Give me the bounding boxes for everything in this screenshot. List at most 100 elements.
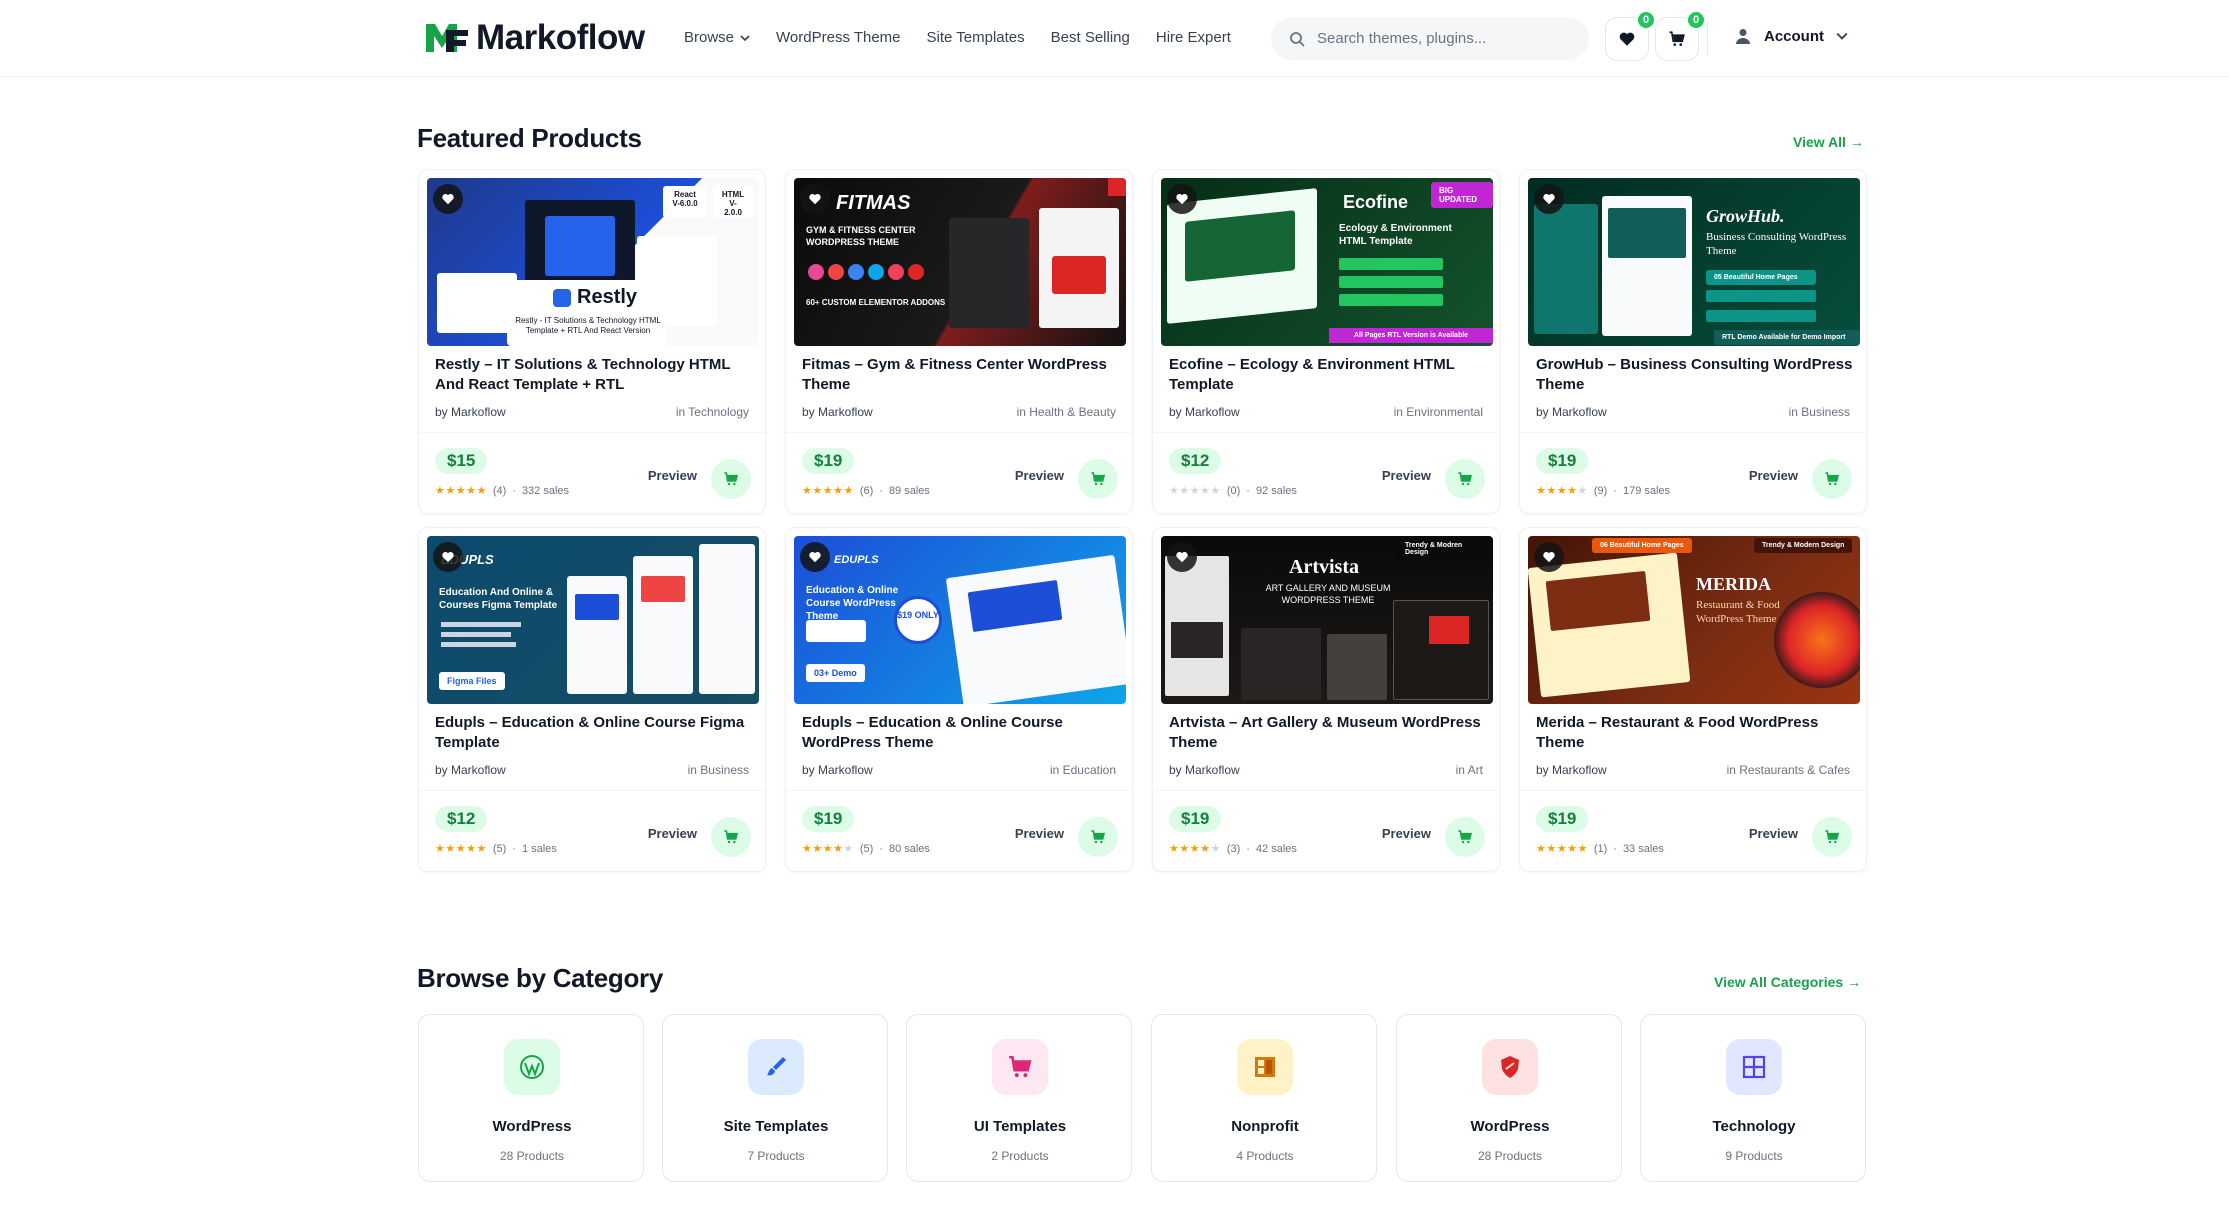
product-title[interactable]: Artvista – Art Gallery & Museum WordPres… — [1169, 713, 1489, 753]
add-to-cart-button[interactable] — [1812, 817, 1852, 857]
main-nav: Browse WordPress Theme Site Templates Be… — [684, 27, 1231, 49]
view-all-products-link[interactable]: View All → — [1793, 134, 1864, 150]
markoflow-logo-icon — [426, 24, 468, 52]
product-card[interactable]: Ecofine Ecology & Environment HTML Templ… — [1152, 169, 1501, 514]
product-title[interactable]: Fitmas – Gym & Fitness Center WordPress … — [802, 355, 1122, 395]
category-icon-tile — [992, 1039, 1048, 1095]
preview-link[interactable]: Preview — [1382, 468, 1431, 483]
product-thumbnail[interactable]: 06 Beautiful Home Pages Trendy & Modern … — [1528, 536, 1860, 704]
card-divider — [786, 432, 1134, 433]
wishlist-toggle[interactable] — [800, 184, 830, 214]
thumb-headline: GrowHub. — [1706, 206, 1785, 226]
product-card[interactable]: 06 Beautiful Home Pages Trendy & Modern … — [1519, 527, 1868, 872]
category-card-wordpress-2[interactable]: WordPress 28 Products — [1396, 1014, 1622, 1182]
product-thumbnail[interactable]: EDUPLS Education And Online & Courses Fi… — [427, 536, 759, 704]
product-card[interactable]: EDUPLS Education & Online Course WordPre… — [785, 527, 1134, 872]
product-card[interactable]: Artvista ART GALLERY AND MUSEUM WORDPRES… — [1152, 527, 1501, 872]
review-count: (3) — [1226, 842, 1241, 855]
cart-icon — [1669, 31, 1685, 46]
product-thumbnail[interactable]: EDUPLS Education & Online Course WordPre… — [794, 536, 1126, 704]
thumb-tagline: GYM & FITNESS CENTER WORDPRESS THEME — [806, 225, 916, 247]
add-to-cart-button[interactable] — [1445, 817, 1485, 857]
product-category: in Art — [1455, 763, 1483, 777]
product-thumbnail[interactable]: GrowHub. Business Consulting WordPress T… — [1528, 178, 1860, 346]
add-to-cart-button[interactable] — [711, 459, 751, 499]
product-meta: ★★★★★ (1) · 33 sales — [1536, 842, 1664, 856]
product-category: in Health & Beauty — [1016, 405, 1116, 419]
nav-hire-expert[interactable]: Hire Expert — [1156, 27, 1231, 49]
add-to-cart-button[interactable] — [711, 817, 751, 857]
product-thumbnail[interactable]: Ecofine Ecology & Environment HTML Templ… — [1161, 178, 1493, 346]
product-title[interactable]: Edupls – Education & Online Course WordP… — [802, 713, 1122, 753]
preview-link[interactable]: Preview — [648, 468, 697, 483]
product-card[interactable]: FITMAS GYM & FITNESS CENTER WORDPRESS TH… — [785, 169, 1134, 514]
preview-link[interactable]: Preview — [1015, 826, 1064, 841]
sales-count: 1 sales — [521, 842, 557, 855]
preview-link[interactable]: Preview — [1382, 826, 1431, 841]
category-card-technology[interactable]: Technology 9 Products — [1640, 1014, 1866, 1182]
preview-link[interactable]: Preview — [1015, 468, 1064, 483]
preview-link[interactable]: Preview — [1749, 468, 1798, 483]
product-meta: ★★★★★ (5) · 1 sales — [435, 842, 557, 856]
product-thumbnail[interactable]: Artvista ART GALLERY AND MUSEUM WORDPRES… — [1161, 536, 1493, 704]
wishlist-toggle[interactable] — [800, 542, 830, 572]
wishlist-toggle[interactable] — [433, 184, 463, 214]
preview-link[interactable]: Preview — [648, 826, 697, 841]
category-name: WordPress — [492, 1118, 572, 1135]
category-name: Nonprofit — [1231, 1118, 1299, 1135]
category-card-ui-templates[interactable]: UI Templates 2 Products — [906, 1014, 1132, 1182]
thumb-tagline: Business Consulting WordPress Theme — [1706, 231, 1847, 257]
category-card-site-templates[interactable]: Site Templates 7 Products — [662, 1014, 888, 1182]
nav-browse[interactable]: Browse — [684, 27, 750, 49]
nav-site-templates[interactable]: Site Templates — [927, 27, 1025, 49]
category-card-nonprofit[interactable]: Nonprofit 4 Products — [1151, 1014, 1377, 1182]
nav-wordpress-theme[interactable]: WordPress Theme — [776, 27, 901, 49]
product-title[interactable]: GrowHub – Business Consulting WordPress … — [1536, 355, 1856, 395]
product-author: by Markoflow — [1169, 763, 1240, 777]
account-menu[interactable]: Account — [1734, 27, 1848, 45]
shield-icon — [1501, 1056, 1519, 1078]
layout-icon — [1742, 1055, 1766, 1079]
featured-products-title: Featured Products — [417, 123, 642, 153]
star-rating: ★★★★★ — [1536, 843, 1588, 855]
search-icon — [1290, 31, 1305, 47]
review-count: (0) — [1226, 484, 1241, 497]
product-thumbnail[interactable]: FITMAS GYM & FITNESS CENTER WORDPRESS TH… — [794, 178, 1126, 346]
add-to-cart-button[interactable] — [1812, 459, 1852, 499]
category-card-wordpress[interactable]: WordPress 28 Products — [418, 1014, 644, 1182]
card-divider — [1520, 790, 1868, 791]
brand-logo[interactable]: Markoflow — [424, 18, 645, 58]
product-title[interactable]: Edupls – Education & Online Course Figma… — [435, 713, 755, 753]
wishlist-toggle[interactable] — [1534, 542, 1564, 572]
product-category: in Environmental — [1393, 405, 1483, 419]
category-icon-tile — [1482, 1039, 1538, 1095]
brand-name: Markoflow — [476, 18, 645, 57]
wishlist-button[interactable]: 0 — [1605, 10, 1656, 61]
add-to-cart-button[interactable] — [1078, 459, 1118, 499]
product-card[interactable]: EDUPLS Education And Online & Courses Fi… — [418, 527, 767, 872]
product-thumbnail[interactable]: React V-6.0.0 HTML V-2.0.0 Restly Restly… — [427, 178, 759, 346]
product-card[interactable]: React V-6.0.0 HTML V-2.0.0 Restly Restly… — [418, 169, 767, 514]
preview-link[interactable]: Preview — [1749, 826, 1798, 841]
add-to-cart-button[interactable] — [1078, 817, 1118, 857]
view-all-categories-link[interactable]: View All Categories → — [1714, 974, 1861, 990]
add-to-cart-button[interactable] — [1445, 459, 1485, 499]
product-category: in Restaurants & Cafes — [1726, 763, 1850, 777]
product-price: $19 — [802, 806, 855, 832]
wishlist-toggle[interactable] — [433, 542, 463, 572]
nav-best-selling[interactable]: Best Selling — [1051, 27, 1130, 49]
review-count: (4) — [492, 484, 507, 497]
product-price: $19 — [1536, 806, 1589, 832]
wishlist-toggle[interactable] — [1167, 542, 1197, 572]
product-card[interactable]: GrowHub. Business Consulting WordPress T… — [1519, 169, 1868, 514]
product-title[interactable]: Ecofine – Ecology & Environment HTML Tem… — [1169, 355, 1489, 395]
product-meta: ★★★★★ (9) · 179 sales — [1536, 484, 1671, 498]
star-rating: ★★★★★ — [802, 485, 854, 497]
wishlist-toggle[interactable] — [1167, 184, 1197, 214]
search-input[interactable] — [1317, 30, 1557, 47]
product-title[interactable]: Restly – IT Solutions & Technology HTML … — [435, 355, 755, 395]
cart-button[interactable]: 0 — [1655, 10, 1706, 61]
product-author: by Markoflow — [435, 405, 506, 419]
product-title[interactable]: Merida – Restaurant & Food WordPress The… — [1536, 713, 1856, 753]
wishlist-toggle[interactable] — [1534, 184, 1564, 214]
